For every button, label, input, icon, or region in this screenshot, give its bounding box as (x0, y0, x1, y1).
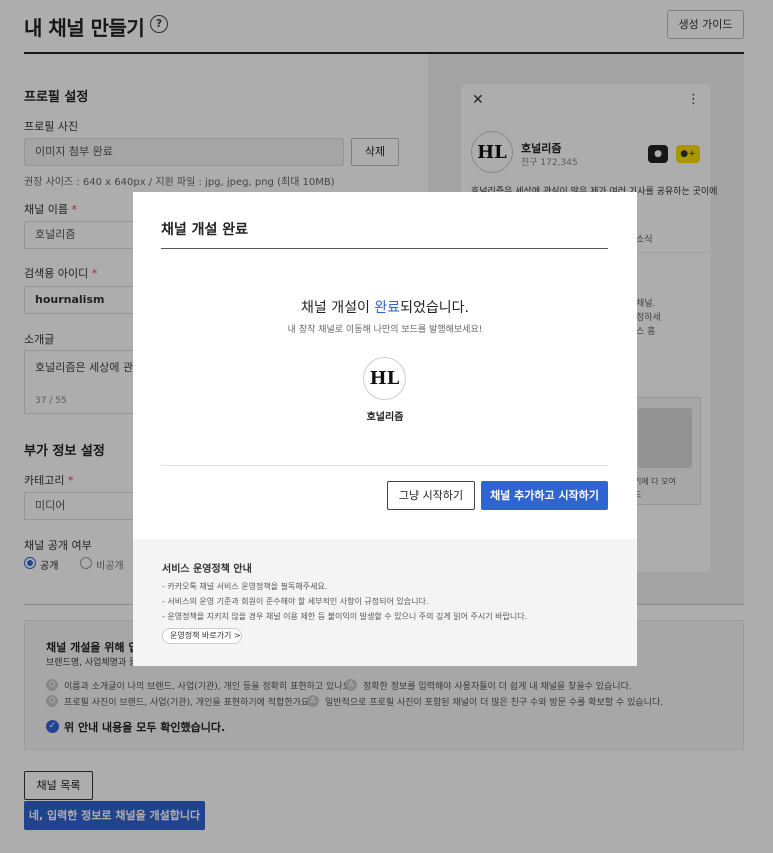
policy-link-button[interactable]: 운영정책 바로가기 > (162, 628, 242, 644)
add-channel-start-button[interactable]: 채널 추가하고 시작하기 (481, 481, 608, 510)
modal-channel-name: 호널리즘 (366, 412, 404, 423)
modal-sub-message: 내 창작 채널로 이동해 나만의 보드를 발행해보세요! (287, 325, 483, 335)
just-start-button[interactable]: 그냥 시작하기 (387, 481, 475, 510)
policy-line-3: - 운영정책을 지키지 않을 경우 채널 이용 제한 등 불이익이 발생할 수 … (162, 612, 528, 621)
modal-channel-avatar: HL (363, 357, 406, 400)
modal-title-divider (161, 248, 608, 249)
policy-title: 서비스 운영정책 안내 (162, 564, 252, 575)
policy-line-1: - 카카오톡 채널 서비스 운영정책을 필독해주세요. (162, 582, 328, 591)
modal-divider (161, 465, 608, 466)
policy-line-2: - 서비스의 운영 기준과 회원이 준수해야 할 세부적인 사항이 규정되어 있… (162, 597, 429, 606)
modal-title: 채널 개설 완료 (161, 222, 249, 238)
modal-message: 채널 개설이 완료되었습니다. (301, 300, 469, 316)
channel-created-modal: 채널 개설 완료 채널 개설이 완료되었습니다. 내 창작 채널로 이동해 나만… (133, 192, 637, 666)
